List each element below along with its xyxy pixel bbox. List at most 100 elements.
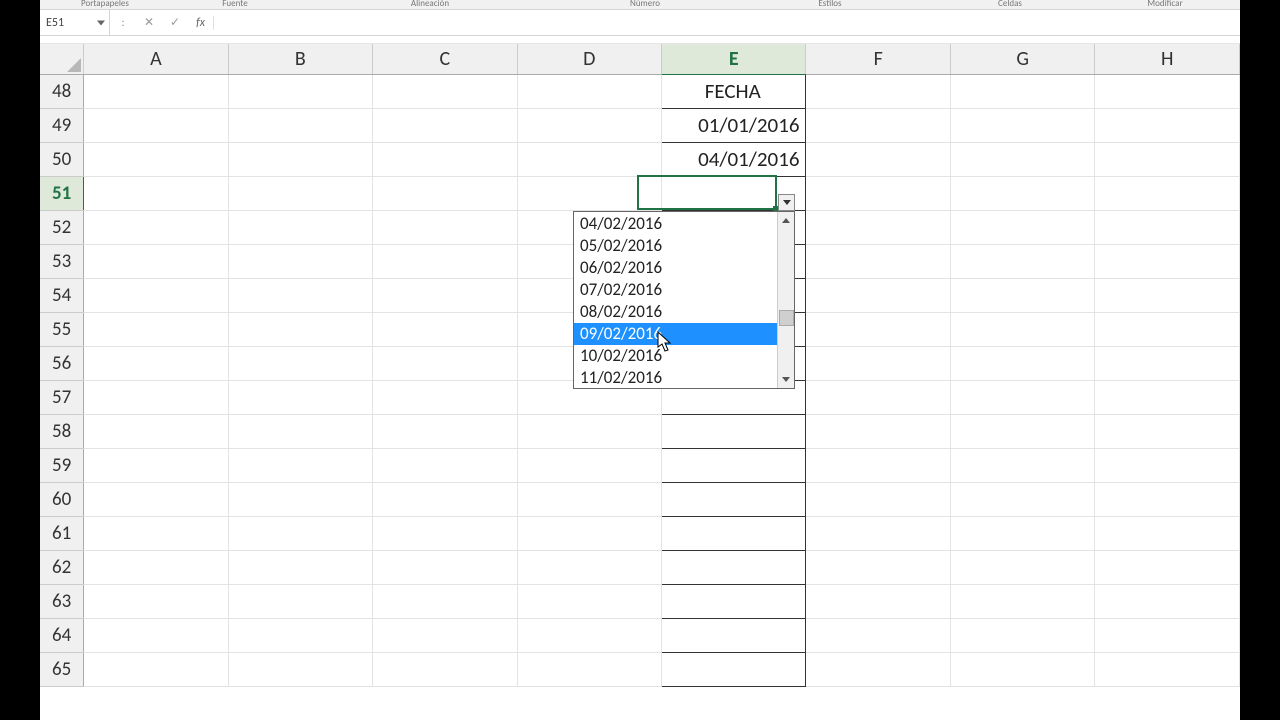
cell-C50[interactable] — [373, 142, 517, 176]
dropdown-item[interactable]: 09/02/2016 — [574, 323, 777, 345]
scroll-thumb[interactable] — [779, 310, 794, 326]
cell-D61[interactable] — [517, 516, 661, 550]
cell-B60[interactable] — [228, 482, 372, 516]
cell-E50[interactable]: 04/01/2016 — [662, 142, 806, 176]
enter-formula-button[interactable]: ✓ — [162, 10, 188, 35]
row-header-53[interactable]: 53 — [40, 244, 84, 278]
data-validation-dropdown-button[interactable] — [778, 194, 795, 211]
row-header-65[interactable]: 65 — [40, 652, 84, 686]
cell-B62[interactable] — [228, 550, 372, 584]
cell-G63[interactable] — [950, 584, 1094, 618]
cell-G61[interactable] — [950, 516, 1094, 550]
cell-B48[interactable] — [228, 74, 372, 108]
cell-H63[interactable] — [1095, 584, 1240, 618]
ribbon-group-modificar[interactable]: Modificar — [1090, 0, 1240, 9]
row-header-60[interactable]: 60 — [40, 482, 84, 516]
cell-G51[interactable] — [950, 176, 1094, 210]
cell-G59[interactable] — [950, 448, 1094, 482]
cell-G54[interactable] — [950, 278, 1094, 312]
cell-D59[interactable] — [517, 448, 661, 482]
cell-H62[interactable] — [1095, 550, 1240, 584]
cell-A65[interactable] — [84, 652, 228, 686]
dropdown-item[interactable]: 08/02/2016 — [574, 301, 777, 323]
cell-C64[interactable] — [373, 618, 517, 652]
cell-B52[interactable] — [228, 210, 372, 244]
cell-H64[interactable] — [1095, 618, 1240, 652]
cell-F65[interactable] — [806, 652, 950, 686]
cell-H58[interactable] — [1095, 414, 1240, 448]
cell-H61[interactable] — [1095, 516, 1240, 550]
cell-A57[interactable] — [84, 380, 228, 414]
cell-A62[interactable] — [84, 550, 228, 584]
cell-D63[interactable] — [517, 584, 661, 618]
row-header-55[interactable]: 55 — [40, 312, 84, 346]
cell-B51[interactable] — [228, 176, 372, 210]
cell-F57[interactable] — [806, 380, 950, 414]
cell-G64[interactable] — [950, 618, 1094, 652]
name-box[interactable]: E51 — [40, 10, 110, 35]
cell-G65[interactable] — [950, 652, 1094, 686]
ribbon-group-celdas[interactable]: Celdas — [930, 0, 1090, 9]
row-header-58[interactable]: 58 — [40, 414, 84, 448]
cell-F60[interactable] — [806, 482, 950, 516]
cell-F50[interactable] — [806, 142, 950, 176]
cell-C54[interactable] — [373, 278, 517, 312]
row-header-54[interactable]: 54 — [40, 278, 84, 312]
cell-C59[interactable] — [373, 448, 517, 482]
cell-A52[interactable] — [84, 210, 228, 244]
cell-E49[interactable]: 01/01/2016 — [662, 108, 806, 142]
cell-G58[interactable] — [950, 414, 1094, 448]
dropdown-item[interactable]: 06/02/2016 — [574, 257, 777, 279]
row-header-57[interactable]: 57 — [40, 380, 84, 414]
cell-H56[interactable] — [1095, 346, 1240, 380]
cell-E65[interactable] — [662, 652, 806, 686]
cell-A59[interactable] — [84, 448, 228, 482]
cell-C55[interactable] — [373, 312, 517, 346]
column-header-C[interactable]: C — [373, 44, 517, 74]
cell-H53[interactable] — [1095, 244, 1240, 278]
cell-A53[interactable] — [84, 244, 228, 278]
cell-G53[interactable] — [950, 244, 1094, 278]
cell-F62[interactable] — [806, 550, 950, 584]
cell-C49[interactable] — [373, 108, 517, 142]
cell-E61[interactable] — [662, 516, 806, 550]
cell-C65[interactable] — [373, 652, 517, 686]
cell-D60[interactable] — [517, 482, 661, 516]
cell-A61[interactable] — [84, 516, 228, 550]
cell-H52[interactable] — [1095, 210, 1240, 244]
cell-E60[interactable] — [662, 482, 806, 516]
cell-E58[interactable] — [662, 414, 806, 448]
row-header-63[interactable]: 63 — [40, 584, 84, 618]
data-validation-list[interactable]: 04/02/201605/02/201606/02/201607/02/2016… — [573, 211, 795, 389]
cell-F52[interactable] — [806, 210, 950, 244]
cell-H51[interactable] — [1095, 176, 1240, 210]
column-header-A[interactable]: A — [84, 44, 228, 74]
ribbon-group-portapapeles[interactable]: Portapapeles — [40, 0, 170, 9]
cell-A56[interactable] — [84, 346, 228, 380]
cell-G57[interactable] — [950, 380, 1094, 414]
cell-A48[interactable] — [84, 74, 228, 108]
row-header-50[interactable]: 50 — [40, 142, 84, 176]
ribbon-group-número[interactable]: Número — [560, 0, 730, 9]
row-header-64[interactable]: 64 — [40, 618, 84, 652]
cell-D64[interactable] — [517, 618, 661, 652]
cell-A60[interactable] — [84, 482, 228, 516]
cell-B64[interactable] — [228, 618, 372, 652]
scroll-down-button[interactable] — [778, 371, 794, 388]
cell-B59[interactable] — [228, 448, 372, 482]
cell-F58[interactable] — [806, 414, 950, 448]
cell-G60[interactable] — [950, 482, 1094, 516]
cell-C62[interactable] — [373, 550, 517, 584]
cell-A51[interactable] — [84, 176, 228, 210]
column-header-D[interactable]: D — [517, 44, 661, 74]
cell-B63[interactable] — [228, 584, 372, 618]
column-header-E[interactable]: E — [662, 44, 806, 74]
cell-H59[interactable] — [1095, 448, 1240, 482]
cell-D65[interactable] — [517, 652, 661, 686]
cell-E62[interactable] — [662, 550, 806, 584]
cell-C60[interactable] — [373, 482, 517, 516]
cell-H49[interactable] — [1095, 108, 1240, 142]
cell-E64[interactable] — [662, 618, 806, 652]
cell-G49[interactable] — [950, 108, 1094, 142]
cell-B61[interactable] — [228, 516, 372, 550]
